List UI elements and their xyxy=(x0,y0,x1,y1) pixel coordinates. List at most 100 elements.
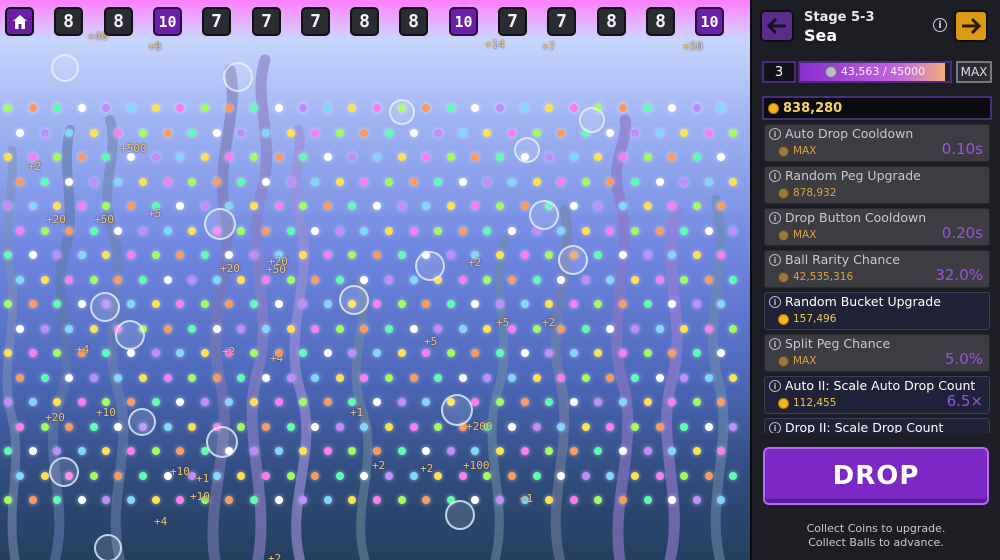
prev-stage-button[interactable] xyxy=(760,10,794,42)
ball xyxy=(94,534,122,560)
peg xyxy=(385,177,393,186)
peg xyxy=(28,496,37,504)
peg xyxy=(606,373,615,382)
peg xyxy=(606,324,615,333)
peg xyxy=(446,447,455,455)
peg xyxy=(212,275,221,284)
peg xyxy=(250,153,258,161)
peg xyxy=(323,447,332,455)
peg xyxy=(250,496,258,504)
floating-score: +7 xyxy=(542,40,556,53)
home-button[interactable] xyxy=(5,7,34,36)
peg xyxy=(151,398,160,406)
peg xyxy=(483,226,492,235)
peg xyxy=(16,177,24,186)
peg xyxy=(89,422,98,431)
peg xyxy=(606,177,615,186)
peg xyxy=(373,496,381,504)
peg xyxy=(397,153,406,161)
upgrade-row[interactable]: i Ball Rarity Chance 42,535,316 32.0% xyxy=(764,250,990,288)
peg xyxy=(704,128,713,137)
upgrade-row[interactable]: i Auto II: Scale Auto Drop Count 112,455 6.… xyxy=(764,376,990,414)
peg xyxy=(250,447,258,455)
peg xyxy=(409,275,418,284)
peg xyxy=(28,300,37,308)
peg xyxy=(385,324,393,333)
peg xyxy=(385,373,393,382)
floating-score: +4 xyxy=(76,343,90,356)
peg xyxy=(89,128,98,137)
upgrade-row[interactable]: i Auto Drop Cooldown MAX 0.10s xyxy=(764,124,990,162)
peg xyxy=(643,251,652,259)
upgrade-info-icon[interactable]: i xyxy=(769,380,781,392)
peg xyxy=(373,202,381,210)
peg xyxy=(77,447,86,455)
arrow-right-icon xyxy=(962,18,981,34)
peg xyxy=(77,496,86,504)
coin-balance-value: 838,280 xyxy=(783,100,843,116)
peg xyxy=(4,496,12,504)
peg xyxy=(65,128,74,137)
next-stage-button[interactable] xyxy=(954,10,988,42)
upgrade-list[interactable]: i Auto Drop Cooldown MAX 0.10s i Random Peg U… xyxy=(764,124,990,433)
peg xyxy=(65,324,74,333)
upgrade-info-icon[interactable]: i xyxy=(769,128,781,140)
peg xyxy=(323,153,332,161)
peg xyxy=(397,202,406,210)
game-board[interactable]: +40 +8 +14 +7 +50 +500 +20 +50 +5 +20 +50 +20 +2 +5 +2… xyxy=(0,0,750,560)
peg xyxy=(250,251,258,259)
peg xyxy=(274,300,283,308)
peg xyxy=(360,373,369,382)
peg xyxy=(151,153,160,161)
peg xyxy=(89,373,98,382)
bucket-multiplier: 8 xyxy=(104,7,133,36)
peg xyxy=(335,128,344,137)
peg xyxy=(483,177,492,186)
peg xyxy=(508,471,516,480)
peg xyxy=(151,349,160,357)
upgrade-info-icon[interactable]: i xyxy=(769,212,781,224)
peg xyxy=(619,496,627,504)
upgrade-row[interactable]: i Random Bucket Upgrade 157,496 xyxy=(764,292,990,330)
ball xyxy=(223,62,253,92)
peg xyxy=(40,324,49,333)
peg xyxy=(311,373,320,382)
drop-button[interactable]: DROP xyxy=(763,447,989,505)
floating-score: +2 xyxy=(420,462,434,475)
peg xyxy=(729,177,738,186)
upgrade-row[interactable]: i Drop Button Cooldown MAX 0.20s xyxy=(764,208,990,246)
upgrade-row[interactable]: i Drop II: Scale Drop Count xyxy=(764,418,990,433)
upgrade-row[interactable]: i Random Peg Upgrade 878,932 xyxy=(764,166,990,204)
upgrade-row[interactable]: i Split Peg Chance MAX 5.0% xyxy=(764,334,990,372)
max-button[interactable]: MAX xyxy=(956,61,992,83)
upgrade-info-icon[interactable]: i xyxy=(769,338,781,350)
coin-icon xyxy=(778,187,789,199)
peg xyxy=(581,275,590,284)
peg xyxy=(323,300,332,308)
ball xyxy=(389,99,415,125)
peg xyxy=(631,226,639,235)
peg xyxy=(532,128,541,137)
peg xyxy=(127,447,135,455)
bucket-row: 8 8 10 7 7 7 8 8 10 7 7 8 8 10 xyxy=(5,7,745,37)
upgrade-info-icon[interactable]: i xyxy=(769,422,781,433)
upgrade-info-icon[interactable]: i xyxy=(769,170,781,182)
peg xyxy=(188,422,197,431)
peg xyxy=(557,128,566,137)
peg xyxy=(680,128,689,137)
upgrade-info-icon[interactable]: i xyxy=(769,254,781,266)
stage-name: Sea xyxy=(804,26,838,45)
peg xyxy=(163,128,172,137)
peg xyxy=(496,202,504,210)
upgrade-cost: 157,496 xyxy=(793,313,837,325)
peg xyxy=(200,300,209,308)
peg xyxy=(373,153,381,161)
upgrade-info-icon[interactable]: i xyxy=(769,296,781,308)
peg xyxy=(4,398,12,406)
peg xyxy=(89,275,98,284)
peg xyxy=(655,373,664,382)
upgrade-cost: MAX xyxy=(793,229,817,241)
bucket-multiplier: 8 xyxy=(54,7,83,36)
stage-info-icon[interactable]: i xyxy=(933,18,947,32)
peg xyxy=(311,128,320,137)
